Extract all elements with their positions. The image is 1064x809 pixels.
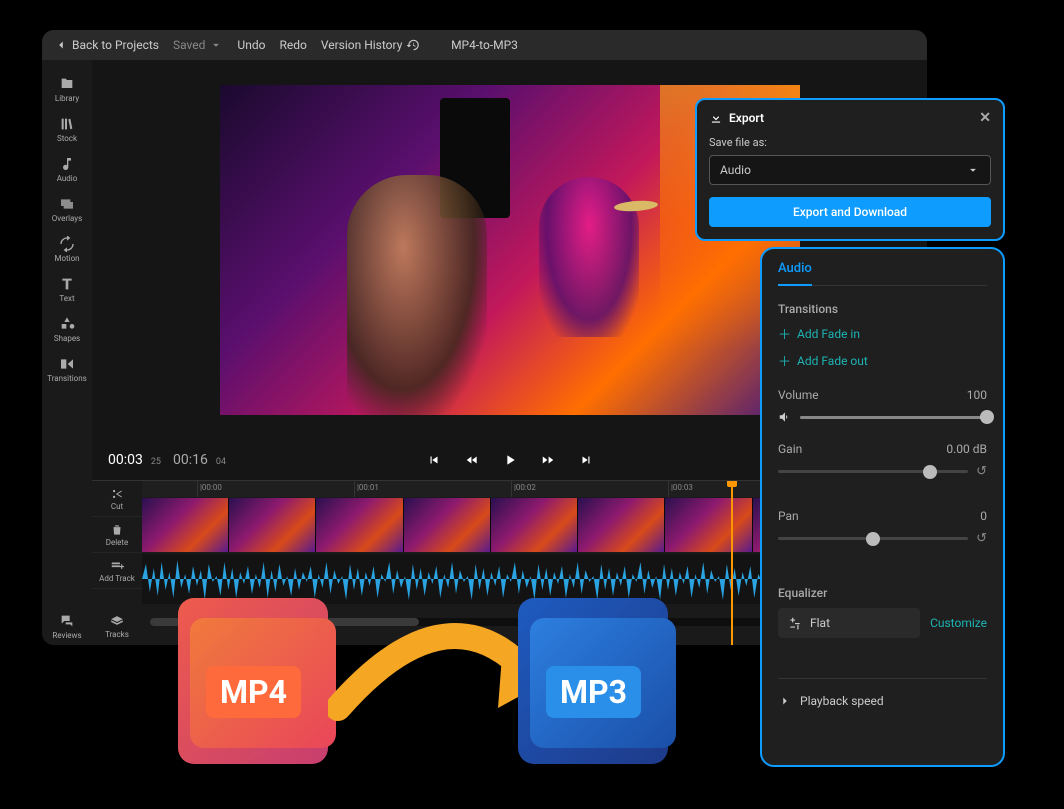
reviews-icon (59, 613, 75, 629)
gain-value: 0.00 dB (946, 442, 987, 456)
back-to-projects-button[interactable]: Back to Projects (54, 38, 159, 52)
save-as-label: Save file as: (709, 136, 991, 149)
transitions-heading: Transitions (778, 302, 987, 316)
layers-icon (110, 615, 124, 629)
pan-slider[interactable] (778, 537, 968, 540)
trash-icon (110, 523, 124, 537)
plus-icon: ＋ (778, 324, 791, 343)
history-icon (406, 38, 420, 52)
add-track-icon (110, 559, 124, 573)
sidebar-motion[interactable]: Motion (43, 230, 91, 268)
scissors-icon (110, 487, 124, 501)
delete-tool[interactable]: Delete (92, 517, 142, 553)
export-format-select[interactable]: Audio (709, 155, 991, 185)
equalizer-heading: Equalizer (778, 586, 987, 600)
close-export-button[interactable]: ✕ (979, 110, 991, 126)
export-title: Export (729, 111, 764, 125)
saved-status[interactable]: Saved (173, 38, 223, 52)
play-button[interactable] (501, 451, 519, 469)
transitions-icon (59, 356, 75, 372)
sidebar-stock[interactable]: Stock (43, 110, 91, 148)
left-sidebar: Library Stock Audio Overlays Motion Text (42, 60, 92, 645)
download-icon (709, 111, 723, 125)
version-history-button[interactable]: Version History (321, 38, 421, 52)
project-title: MP4-to-MP3 (451, 38, 518, 52)
playback-speed-toggle[interactable]: Playback speed (778, 678, 987, 722)
chevron-down-icon (966, 163, 980, 177)
audio-tab[interactable]: Audio (778, 261, 812, 286)
back-label: Back to Projects (72, 38, 159, 52)
gain-reset-button[interactable]: ↺ (976, 464, 987, 479)
sidebar-audio[interactable]: Audio (43, 150, 91, 188)
eq-customize-link[interactable]: Customize (930, 616, 987, 630)
volume-value: 100 (967, 388, 987, 402)
pan-label: Pan (778, 509, 799, 523)
gain-slider[interactable] (778, 470, 968, 473)
scrollbar-thumb[interactable] (150, 618, 419, 626)
rewind-button[interactable] (463, 451, 481, 469)
forward-button[interactable] (539, 451, 557, 469)
volume-label: Volume (778, 388, 819, 402)
overlays-icon (59, 196, 75, 212)
chevron-down-icon (209, 38, 223, 52)
music-icon (59, 156, 75, 172)
add-fade-out-button[interactable]: ＋ Add Fade out (778, 351, 987, 370)
plus-icon: ＋ (778, 351, 791, 370)
redo-button[interactable]: Redo (279, 38, 306, 52)
tracks-tool[interactable]: Tracks (92, 609, 142, 645)
eq-preset-select[interactable]: Flat (778, 608, 920, 638)
pan-reset-button[interactable]: ↺ (976, 531, 987, 546)
cut-tool[interactable]: Cut (92, 481, 142, 517)
time-display: 00:03 25 00:16 04 (108, 452, 226, 468)
export-panel: Export ✕ Save file as: Audio Export and … (695, 98, 1005, 241)
volume-slider[interactable] (800, 416, 987, 419)
sidebar-shapes[interactable]: Shapes (43, 310, 91, 348)
speaker-icon (778, 410, 792, 424)
folder-icon (59, 76, 75, 92)
undo-button[interactable]: Undo (237, 38, 265, 52)
chevron-left-icon (54, 38, 68, 52)
shapes-icon (59, 316, 75, 332)
motion-icon (59, 236, 75, 252)
export-download-button[interactable]: Export and Download (709, 197, 991, 227)
skip-start-button[interactable] (425, 451, 443, 469)
add-fade-in-button[interactable]: ＋ Add Fade in (778, 324, 987, 343)
sidebar-overlays[interactable]: Overlays (43, 190, 91, 228)
skip-end-button[interactable] (577, 451, 595, 469)
audio-properties-panel: Audio Transitions ＋ Add Fade in ＋ Add Fa… (760, 247, 1005, 767)
sidebar-text[interactable]: Text (43, 270, 91, 308)
chevron-right-icon (778, 694, 792, 708)
add-track-tool[interactable]: Add Track (92, 553, 142, 589)
sidebar-library[interactable]: Library (43, 70, 91, 108)
playhead[interactable] (731, 481, 733, 645)
gain-label: Gain (778, 442, 802, 456)
top-bar: Back to Projects Saved Undo Redo Version… (42, 30, 927, 60)
stock-icon (59, 116, 75, 132)
sidebar-reviews[interactable]: Reviews (43, 607, 91, 645)
pan-value: 0 (980, 509, 987, 523)
sliders-icon (788, 616, 802, 630)
sidebar-transitions[interactable]: Transitions (43, 350, 91, 388)
text-icon (59, 276, 75, 292)
